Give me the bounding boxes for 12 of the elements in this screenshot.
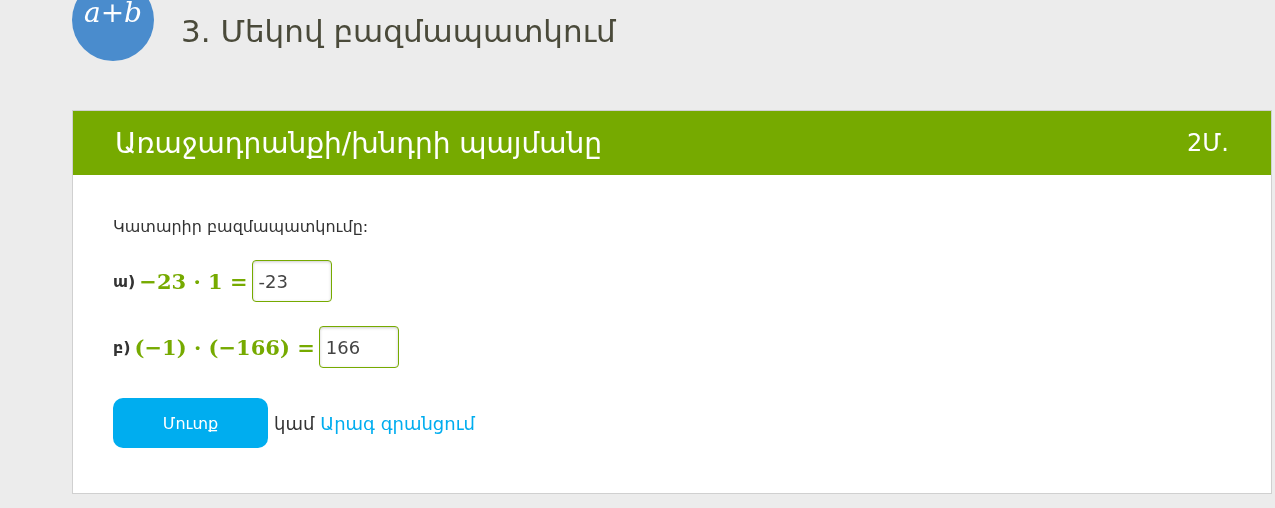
math-expression: (−1) · (−166) = <box>134 334 315 360</box>
card-title: Առաջադրանքի/խնդրի պայմանը <box>115 126 602 160</box>
or-text: կամ <box>274 412 315 434</box>
answer-field[interactable]: 166 <box>318 326 399 368</box>
task-prompt: Կատարիր բազմապատկումը: <box>113 217 370 236</box>
lesson-title: 3. Մեկով բազմապատկում <box>181 12 616 49</box>
lesson-badge: a+b <box>72 0 154 61</box>
points-label: 2Մ. <box>1187 129 1229 157</box>
item-label: բ) <box>113 337 131 357</box>
math-expression: −23 · 1 = <box>139 268 248 294</box>
answer-field[interactable]: -23 <box>251 260 332 302</box>
item-label: ա) <box>113 271 136 291</box>
